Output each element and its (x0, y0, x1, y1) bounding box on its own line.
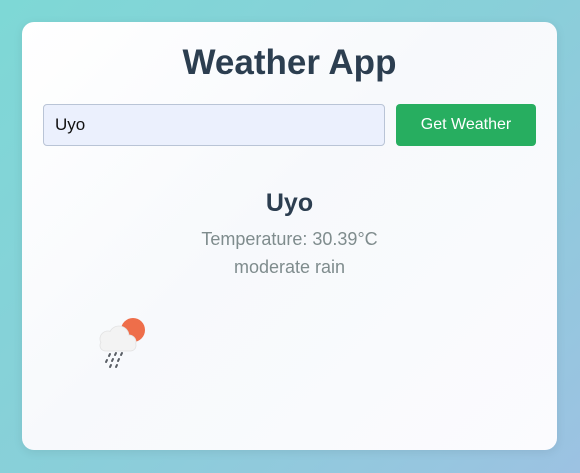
sun-behind-rain-cloud-icon (99, 318, 145, 368)
search-row: Get Weather (43, 104, 536, 146)
app-title: Weather App (182, 43, 397, 82)
city-input[interactable] (43, 104, 385, 146)
weather-card: Weather App Get Weather Uyo Temperature:… (22, 22, 557, 450)
get-weather-button[interactable]: Get Weather (396, 104, 536, 146)
temperature-text: Temperature: 30.39°C (201, 229, 378, 249)
weather-result: Uyo Temperature: 30.39°C moderate rain (22, 186, 557, 280)
city-name: Uyo (265, 189, 314, 217)
weather-description: moderate rain (233, 257, 346, 277)
